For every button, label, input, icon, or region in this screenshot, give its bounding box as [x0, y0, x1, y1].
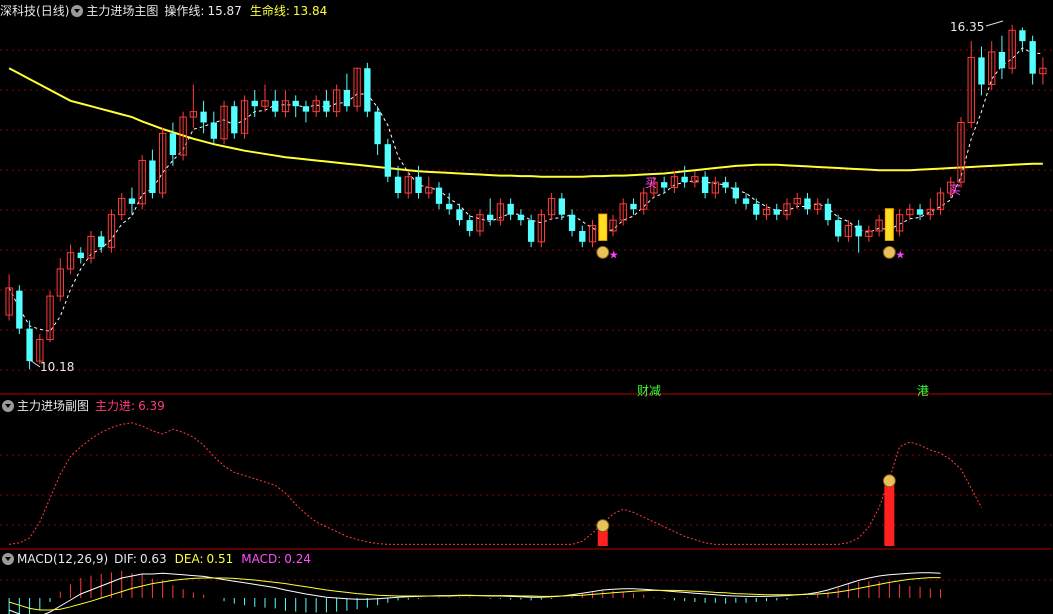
buy-signal-label-2: 买 [949, 183, 962, 197]
life-line-value: 13.84 [292, 4, 328, 18]
candle-body [804, 198, 811, 210]
candle-body [149, 160, 156, 193]
candle-body [487, 214, 494, 221]
candle-body [435, 187, 443, 204]
candle-body [26, 328, 33, 362]
op-line [8, 47, 1043, 332]
money-bag-icon [882, 474, 896, 488]
candle-body [742, 198, 750, 204]
candle-body [753, 203, 760, 215]
candle-body [200, 111, 207, 123]
candle-body [773, 209, 780, 215]
op-line-value: 15.87 [207, 4, 242, 18]
candle-body [292, 100, 299, 107]
main-indicator-name[interactable]: 主力进场主图 [86, 2, 158, 20]
sub-indicator-dropdown-icon[interactable] [2, 400, 14, 412]
candle-body [302, 106, 310, 112]
op-line-label: 操作线: [164, 4, 205, 18]
candle-body [661, 182, 668, 188]
candle-body [251, 100, 258, 107]
news-tag-2[interactable]: 港 [917, 382, 929, 399]
macd-value: 0.24 [284, 552, 311, 566]
candle-body [507, 203, 514, 215]
dif-value: 0.63 [139, 552, 167, 566]
sub-value-label: 主力进: [95, 399, 136, 413]
candle-body [394, 176, 402, 193]
candle-body [978, 57, 985, 85]
signal-highlight-bar [598, 213, 608, 241]
stock-name[interactable]: 深科技 [0, 2, 36, 20]
dif-line [8, 572, 941, 614]
dea-line [8, 577, 941, 611]
news-tag-1[interactable]: 财减 [637, 382, 661, 399]
money-bag-icon [596, 245, 610, 259]
macd-dropdown-icon[interactable] [2, 553, 14, 565]
signal-highlight-bar [884, 208, 894, 241]
candle-body [579, 230, 586, 242]
main-panel-header: 深科技 (日线) 主力进场主图 操作线: 15.87 生命线: 13.84 [0, 2, 327, 20]
candle-body [272, 100, 279, 112]
candle-body [466, 220, 473, 231]
candle-body [77, 252, 84, 259]
candle-body [855, 225, 862, 237]
star-icon: ★ [609, 248, 619, 261]
candle-body [364, 68, 371, 112]
candle-body [446, 203, 453, 210]
candle-body [916, 209, 924, 215]
candle-body [456, 209, 463, 221]
candle-body [210, 122, 217, 139]
macd-indicator-name[interactable]: MACD(12,26,9) [17, 550, 108, 568]
star-icon: ★ [895, 248, 905, 261]
low-price-marker: 10.18 [40, 360, 75, 374]
candle-body [128, 198, 136, 204]
buy-signal-label-1: 买 [645, 176, 658, 190]
candle-body [630, 203, 637, 210]
candle-body [1019, 30, 1026, 42]
life-line [8, 67, 1043, 178]
sub-curve [9, 422, 982, 545]
sub-signal-bar [884, 484, 895, 546]
candle-body [722, 182, 729, 188]
candle-body [384, 144, 391, 177]
candle-body [732, 187, 739, 199]
macd-panel-header: MACD(12,26,9) DIF: 0.63 DEA: 0.51 MACD: … [0, 550, 311, 568]
candle-body [323, 100, 330, 112]
candle-body [374, 111, 381, 145]
stock-chart-window[interactable]: ★ ★ 深科技 (日线) 主力进场主图 操作线: 15.87 生命线: 13.84… [0, 0, 1053, 614]
money-bag-icon [596, 519, 610, 533]
candle-body [568, 214, 576, 231]
sub-indicator-name[interactable]: 主力进场副图 [17, 397, 89, 415]
candle-body [558, 198, 565, 215]
candle-body [998, 51, 1006, 69]
sub-panel-header: 主力进场副图 主力进: 6.39 [0, 397, 165, 415]
candle-body [681, 176, 688, 183]
candle-body [98, 236, 105, 248]
candle-body [343, 89, 351, 107]
dea-value: 0.51 [206, 552, 234, 566]
candle-body [835, 220, 842, 237]
candle-body [415, 176, 422, 193]
dif-label: DIF: [114, 552, 137, 566]
candle-body [517, 214, 525, 221]
macd-label: MACD: [241, 552, 282, 566]
chart-canvas[interactable]: ★ ★ [0, 0, 1053, 614]
candle-body [527, 220, 535, 242]
money-bag-icon [882, 245, 896, 259]
indicator-dropdown-icon[interactable] [71, 5, 84, 17]
life-line-label: 生命线: [249, 4, 290, 18]
candle-body [824, 203, 832, 221]
high-price-marker: 16.35 [950, 20, 985, 34]
sub-value: 6.39 [138, 399, 165, 413]
candle-body [1029, 41, 1036, 74]
high-pointer-line [985, 20, 1004, 27]
period-label[interactable]: (日线) [36, 2, 69, 20]
candle-body [231, 106, 238, 134]
candle-body [701, 176, 709, 193]
candle-body [169, 133, 177, 156]
dea-label: DEA: [174, 552, 204, 566]
candle-body [16, 290, 23, 329]
